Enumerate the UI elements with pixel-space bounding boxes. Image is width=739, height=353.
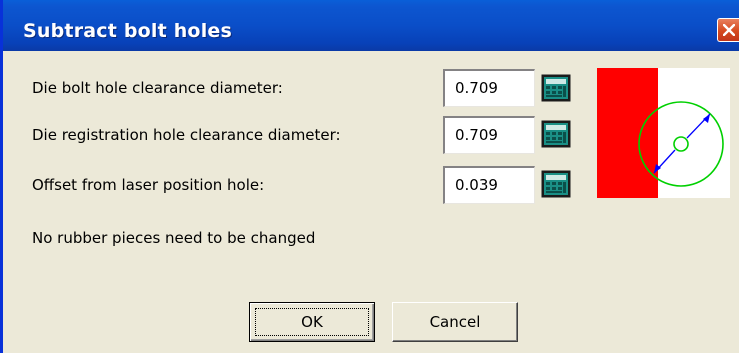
calculator-icon[interactable]: [541, 170, 571, 198]
dialog-body: Die bolt hole clearance diameter: 0.709 …: [3, 51, 739, 353]
ok-button[interactable]: OK: [249, 302, 375, 342]
bolt-hole-diagram: [597, 68, 730, 198]
title-bar[interactable]: Subtract bolt holes: [3, 0, 739, 51]
cancel-button[interactable]: Cancel: [392, 302, 518, 342]
dialog-window: Subtract bolt holes Die bolt hole cleara…: [0, 0, 739, 353]
bolt-hole-diameter-label: Die bolt hole clearance diameter:: [32, 79, 283, 97]
diagram-red-block: [597, 68, 658, 198]
window-title: Subtract bolt holes: [23, 20, 232, 42]
close-button[interactable]: [717, 18, 739, 42]
ok-button-label: OK: [301, 313, 323, 331]
calculator-icon[interactable]: [541, 74, 571, 102]
close-icon: [723, 24, 735, 36]
status-message: No rubber pieces need to be changed: [32, 229, 316, 247]
registration-hole-diameter-label: Die registration hole clearance diameter…: [32, 126, 341, 144]
laser-offset-input[interactable]: 0.039: [443, 166, 535, 204]
bolt-hole-diameter-input[interactable]: 0.709: [443, 69, 535, 107]
laser-offset-label: Offset from laser position hole:: [32, 176, 265, 194]
registration-hole-diameter-input[interactable]: 0.709: [443, 116, 535, 154]
calculator-icon[interactable]: [541, 120, 571, 148]
